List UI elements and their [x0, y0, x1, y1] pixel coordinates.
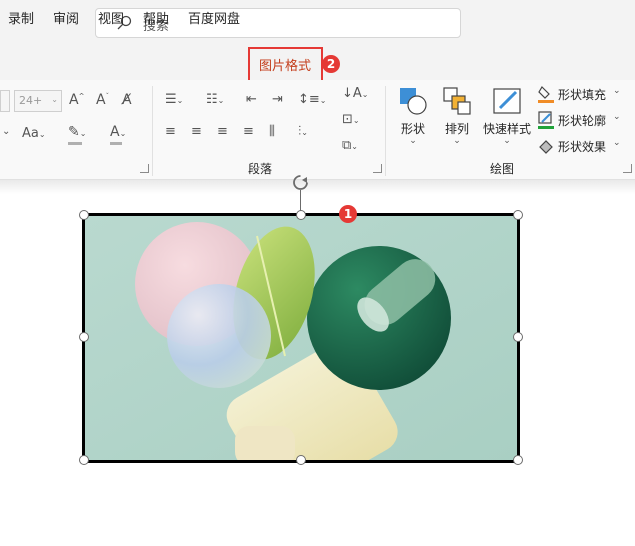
paragraph-group-label: 段落 [248, 162, 273, 176]
numbering-icon[interactable]: ☷⌄ [206, 92, 224, 107]
text-direction-icon[interactable]: ↓A⌄ [342, 86, 369, 101]
resize-handle-top-left[interactable] [79, 210, 89, 220]
shape-outline-icon [538, 111, 554, 129]
arrange-button[interactable]: 排列 ⌄ [438, 86, 476, 156]
tab-baidu-netdisk[interactable]: 百度网盘 [188, 8, 240, 27]
font-size-combo[interactable]: 24+ ⌄ [14, 90, 62, 112]
chevron-down-icon: ⌄ [613, 112, 621, 122]
quick-styles-icon [493, 88, 521, 114]
chevron-down-icon: ⌄ [503, 136, 511, 146]
arrange-label: 排列 [444, 122, 469, 136]
resize-handle-top[interactable] [296, 210, 306, 220]
step-badge-2: 2 [322, 55, 340, 73]
align-text-icon[interactable]: ⊡⌄ [342, 112, 360, 127]
shape-effects-label: 形状效果 [558, 140, 607, 154]
shape-fill-icon [538, 86, 554, 103]
clear-format-icon[interactable]: A̸ [122, 92, 132, 108]
tab-highlight-box [248, 47, 323, 82]
align-left-icon[interactable]: ≡ [165, 124, 176, 139]
chevron-down-icon: ⌄ [453, 136, 461, 146]
quick-styles-label: 快速样式 [482, 122, 531, 136]
tab-help[interactable]: 帮助 [143, 8, 169, 27]
align-right-icon[interactable]: ≡ [217, 124, 228, 139]
shape-fill-label: 形状填充 [558, 88, 607, 102]
shape-outline-label: 形状轮廓 [558, 114, 607, 128]
smartart-icon[interactable]: ⧉⌄ [342, 138, 358, 153]
font-dialog-launcher-icon[interactable] [140, 164, 149, 173]
step-badge-1: 1 [339, 205, 357, 223]
shape-label: 形状 [400, 122, 425, 136]
chevron-down-icon: ⌄ [613, 138, 621, 148]
selected-picture[interactable] [82, 213, 520, 463]
resize-handle-top-right[interactable] [513, 210, 523, 220]
rotation-line [300, 190, 301, 212]
resize-handle-left[interactable] [79, 332, 89, 342]
decrease-indent-icon[interactable]: ⇤ [246, 92, 257, 107]
resize-handle-bottom-right[interactable] [513, 455, 523, 465]
align-center-icon[interactable]: ≡ [191, 124, 202, 139]
drawing-dialog-launcher-icon[interactable] [623, 164, 632, 173]
grow-font-icon[interactable]: A^ [69, 92, 84, 108]
group-separator [152, 86, 153, 176]
justify-icon[interactable]: ≡ [243, 124, 254, 139]
font-name-combo[interactable] [0, 90, 10, 112]
resize-handle-right[interactable] [513, 332, 523, 342]
resize-handle-bottom-left[interactable] [79, 455, 89, 465]
tab-record[interactable]: 录制 [8, 8, 34, 27]
columns-icon[interactable]: ⫶⌄ [298, 124, 308, 139]
font-size-value: 24+ [19, 94, 43, 107]
font-color-icon[interactable]: A⌄ [110, 124, 126, 140]
shrink-font-icon[interactable]: Aˇ [96, 92, 109, 108]
tab-review[interactable]: 审阅 [53, 8, 79, 27]
rotate-handle-icon[interactable] [292, 174, 309, 191]
tab-view[interactable]: 视图 [98, 8, 124, 27]
line-spacing-icon[interactable]: ↕≡⌄ [298, 92, 327, 107]
shape-effects-icon [539, 140, 553, 154]
chevron-down-icon: ⌄ [409, 136, 417, 146]
change-case-icon[interactable]: Aa⌄ [22, 126, 46, 141]
ribbon-shadow [0, 180, 635, 194]
resize-handle-bottom[interactable] [296, 455, 306, 465]
group-separator [385, 86, 386, 176]
arrange-icon [443, 87, 471, 115]
font-color-bar [110, 142, 122, 145]
shape-button[interactable]: 形状 ⌄ [394, 86, 432, 156]
increase-indent-icon[interactable]: ⇥ [272, 92, 283, 107]
picture-content [85, 216, 517, 460]
chevron-down-icon: ⌄ [613, 86, 621, 96]
shape-icon [400, 88, 427, 115]
highlight-icon[interactable]: ✎⌄ [68, 124, 86, 140]
drawing-group-label: 绘图 [490, 162, 515, 176]
bullets-icon[interactable]: ☰⌄ [165, 92, 183, 107]
paragraph-dialog-launcher-icon[interactable] [373, 164, 382, 173]
distributed-icon[interactable]: ⫼ [269, 124, 275, 139]
quick-styles-button[interactable]: 快速样式 ⌄ [480, 86, 534, 156]
chevron-down-icon[interactable]: ⌄ [2, 126, 10, 137]
highlight-color-bar [68, 142, 82, 145]
